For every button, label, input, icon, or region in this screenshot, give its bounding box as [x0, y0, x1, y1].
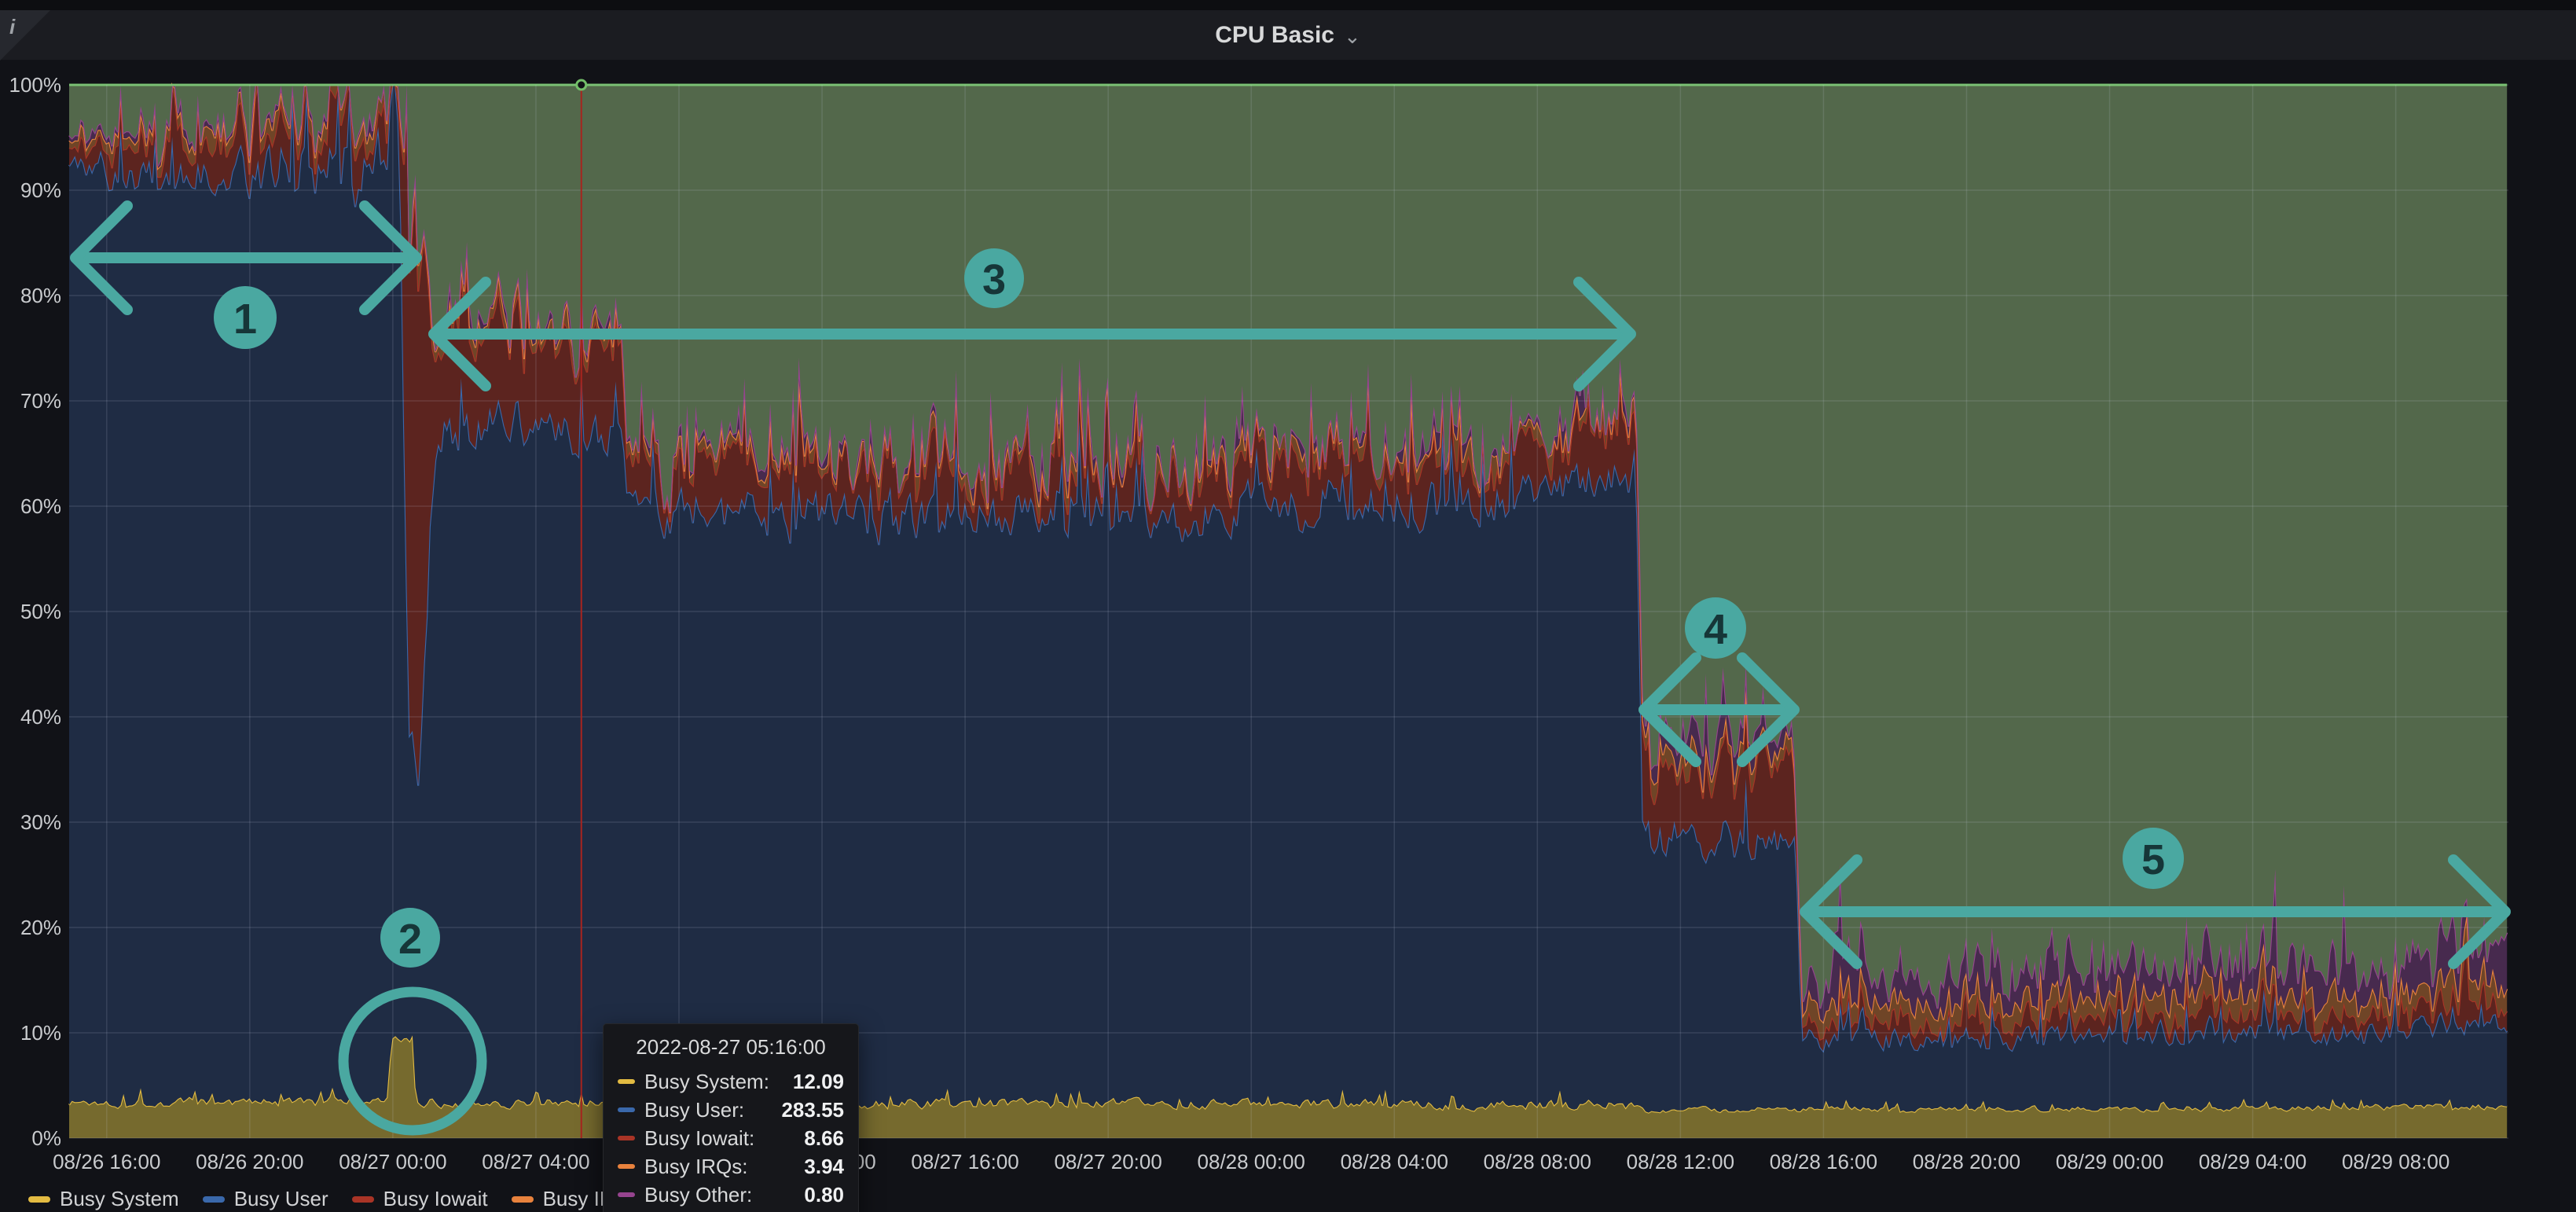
y-tick-label: 60% [0, 496, 61, 516]
tooltip-row: Busy System:12.09 [618, 1067, 844, 1096]
x-tick-label: 08/28 20:00 [1913, 1150, 2020, 1174]
annotation-number: 2 [398, 916, 422, 963]
grafana-cpu-panel: CPU Basic ⌄ i 12345 0%10%20%30%40%50%60%… [0, 0, 2576, 1212]
tooltip-swatch [618, 1079, 635, 1084]
y-tick-label: 50% [0, 601, 61, 622]
legend-label: Busy User [234, 1187, 328, 1211]
x-tick-label: 08/29 04:00 [2199, 1150, 2306, 1174]
y-tick-label: 20% [0, 917, 61, 938]
tooltip-label: Busy Iowait: [644, 1126, 804, 1151]
tooltip-value: 283.55 [781, 1098, 844, 1122]
tooltip-label: Busy System: [644, 1070, 793, 1094]
y-tick-label: 70% [0, 391, 61, 411]
tooltip-value: 0.80 [804, 1183, 844, 1207]
y-tick-label: 100% [0, 75, 61, 95]
legend-swatch [28, 1196, 50, 1203]
tooltip: 2022-08-27 05:16:00 Busy System:12.09Bus… [603, 1023, 859, 1212]
y-tick-label: 90% [0, 180, 61, 200]
annotation-badge: 5 [2123, 828, 2184, 889]
tooltip-label: Busy IRQs: [644, 1155, 804, 1179]
x-tick-label: 08/27 04:00 [482, 1150, 589, 1174]
x-tick-label: 08/28 00:00 [1198, 1150, 1305, 1174]
legend-label: Busy Iowait [383, 1187, 488, 1211]
tooltip-value: 3.94 [804, 1155, 844, 1179]
annotation-badge: 3 [964, 248, 1024, 308]
tooltip-value: 12.09 [793, 1070, 844, 1094]
legend-swatch [203, 1196, 225, 1203]
annotation-number: 3 [982, 256, 1006, 303]
annotation-number: 4 [1704, 606, 1727, 653]
cursor-point [577, 80, 586, 90]
y-tick-label: 30% [0, 812, 61, 832]
y-tick-label: 10% [0, 1023, 61, 1043]
tooltip-rows: Busy System:12.09Busy User:283.55Busy Io… [618, 1067, 844, 1209]
annotation-number: 5 [2141, 836, 2165, 883]
tooltip-row: Busy Iowait:8.66 [618, 1124, 844, 1152]
legend-item[interactable]: Busy User [203, 1187, 328, 1211]
annotation-number: 1 [233, 296, 257, 343]
x-tick-label: 08/26 16:00 [53, 1150, 160, 1174]
tooltip-row: Busy IRQs:3.94 [618, 1152, 844, 1181]
tooltip-timestamp: 2022-08-27 05:16:00 [618, 1035, 844, 1060]
x-tick-label: 08/27 20:00 [1054, 1150, 1161, 1174]
tooltip-swatch [618, 1192, 635, 1197]
annotation-badge: 1 [214, 286, 277, 349]
tooltip-label: Busy Other: [644, 1183, 804, 1207]
x-tick-label: 08/29 08:00 [2342, 1150, 2449, 1174]
x-tick-label: 08/28 08:00 [1484, 1150, 1591, 1174]
tooltip-label: Busy User: [644, 1098, 781, 1122]
x-tick-label: 08/26 20:00 [196, 1150, 303, 1174]
legend-swatch [512, 1196, 534, 1203]
cpu-usage-chart[interactable]: 1 2 3 4 5 [0, 0, 2576, 1212]
x-tick-label: 08/28 16:00 [1770, 1150, 1877, 1174]
x-tick-label: 08/28 12:00 [1627, 1150, 1734, 1174]
tooltip-swatch [618, 1107, 635, 1112]
x-tick-label: 08/28 04:00 [1341, 1150, 1448, 1174]
tooltip-swatch [618, 1164, 635, 1169]
legend-label: Busy System [60, 1187, 179, 1211]
tooltip-value: 8.66 [804, 1126, 844, 1151]
annotation-badge: 2 [380, 908, 440, 968]
y-tick-label: 40% [0, 707, 61, 727]
legend-swatch [352, 1196, 374, 1203]
x-tick-label: 08/29 00:00 [2056, 1150, 2163, 1174]
x-tick-label: 08/27 16:00 [911, 1150, 1018, 1174]
legend-item[interactable]: Busy Iowait [352, 1187, 488, 1211]
legend-item[interactable]: Busy System [28, 1187, 179, 1211]
legend: Busy SystemBusy UserBusy IowaitBusy IRQs [28, 1187, 640, 1211]
y-tick-label: 0% [0, 1128, 61, 1148]
y-tick-label: 80% [0, 285, 61, 306]
tooltip-row: Busy Other:0.80 [618, 1181, 844, 1209]
tooltip-row: Busy User:283.55 [618, 1096, 844, 1124]
x-tick-label: 08/27 00:00 [339, 1150, 446, 1174]
annotation-badge: 4 [1685, 597, 1746, 659]
tooltip-swatch [618, 1136, 635, 1140]
